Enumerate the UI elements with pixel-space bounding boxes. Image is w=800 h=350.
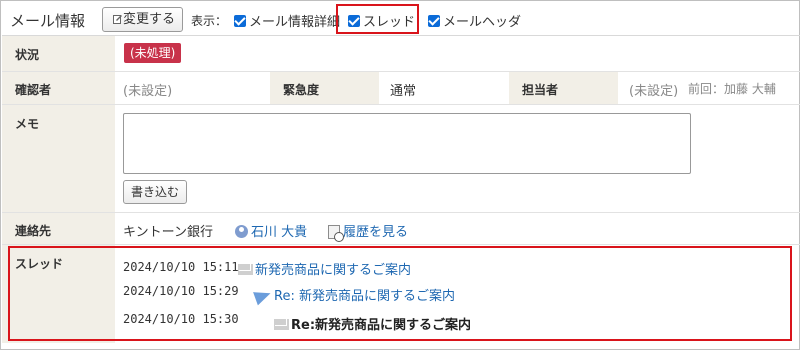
- history-link-label: 履歴を見る: [343, 225, 409, 240]
- option-label: メール情報詳細: [249, 15, 341, 30]
- confirmer-row: 確認者 (未設定) 緊急度 通常 担当者 (未設定) 前回：加藤 大輔: [2, 72, 800, 105]
- memo-label: メモ: [2, 105, 115, 212]
- contact-person-link[interactable]: 石川 大貴: [235, 221, 307, 240]
- highlight-thread-section: [8, 246, 792, 341]
- change-button[interactable]: 変更する: [102, 7, 183, 32]
- history-link[interactable]: 履歴を見る: [328, 221, 409, 242]
- assignee-value: (未設定): [629, 84, 679, 99]
- memo-textarea[interactable]: [123, 113, 691, 174]
- contact-label: 連絡先: [2, 213, 115, 244]
- change-button-label: 変更する: [123, 12, 176, 27]
- assignee-previous: 前回：加藤 大輔: [688, 82, 776, 96]
- option-mail-detail[interactable]: メール情報詳細: [234, 11, 340, 30]
- option-mail-header[interactable]: メールヘッダ: [428, 11, 521, 30]
- checkbox-checked-icon[interactable]: [234, 15, 246, 27]
- memo-row: メモ 書き込む: [2, 105, 800, 213]
- urgency-value: 通常: [390, 84, 417, 99]
- mail-info-panel: メール情報 変更する 表示： メール情報詳細 スレッド メールヘッダ 状況 (未…: [0, 0, 800, 350]
- option-label: メールヘッダ: [443, 15, 522, 30]
- panel-title: メール情報: [10, 12, 86, 30]
- confirmer-label: 確認者: [2, 72, 115, 104]
- status-row: 状況 (未処理): [2, 36, 800, 72]
- display-label: 表示：: [191, 14, 228, 28]
- edit-icon: [113, 9, 123, 24]
- person-icon: [235, 225, 248, 238]
- status-badge: (未処理): [124, 43, 182, 63]
- write-button[interactable]: 書き込む: [123, 180, 187, 204]
- checkbox-checked-icon[interactable]: [428, 15, 440, 27]
- contact-row: 連絡先 キントーン銀行 石川 大貴 履歴を見る: [2, 213, 800, 245]
- assignee-label: 担当者: [509, 72, 618, 104]
- urgency-label: 緊急度: [270, 72, 379, 104]
- contact-company: キントーン銀行: [123, 225, 213, 240]
- confirmer-value: (未設定): [123, 84, 173, 99]
- contact-person: 石川 大貴: [251, 225, 308, 240]
- highlight-thread-option: [336, 4, 419, 34]
- history-icon: [328, 225, 344, 242]
- status-label: 状況: [2, 36, 115, 71]
